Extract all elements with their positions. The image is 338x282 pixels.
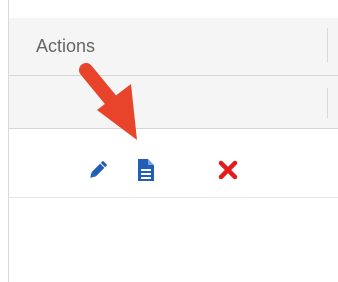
edit-button[interactable]	[86, 158, 110, 182]
filter-column-divider	[327, 88, 328, 118]
view-document-button[interactable]	[134, 158, 158, 182]
table-row	[9, 129, 338, 198]
data-grid: Actions	[0, 0, 338, 282]
delete-button[interactable]	[216, 158, 240, 182]
document-icon	[138, 159, 154, 181]
actions-column-header[interactable]: Actions	[36, 36, 95, 57]
header-column-divider[interactable]	[327, 28, 328, 62]
grid-filter-row	[9, 76, 338, 129]
pencil-icon	[90, 160, 108, 178]
grid-header-row: Actions	[9, 18, 338, 76]
close-icon	[218, 160, 238, 180]
